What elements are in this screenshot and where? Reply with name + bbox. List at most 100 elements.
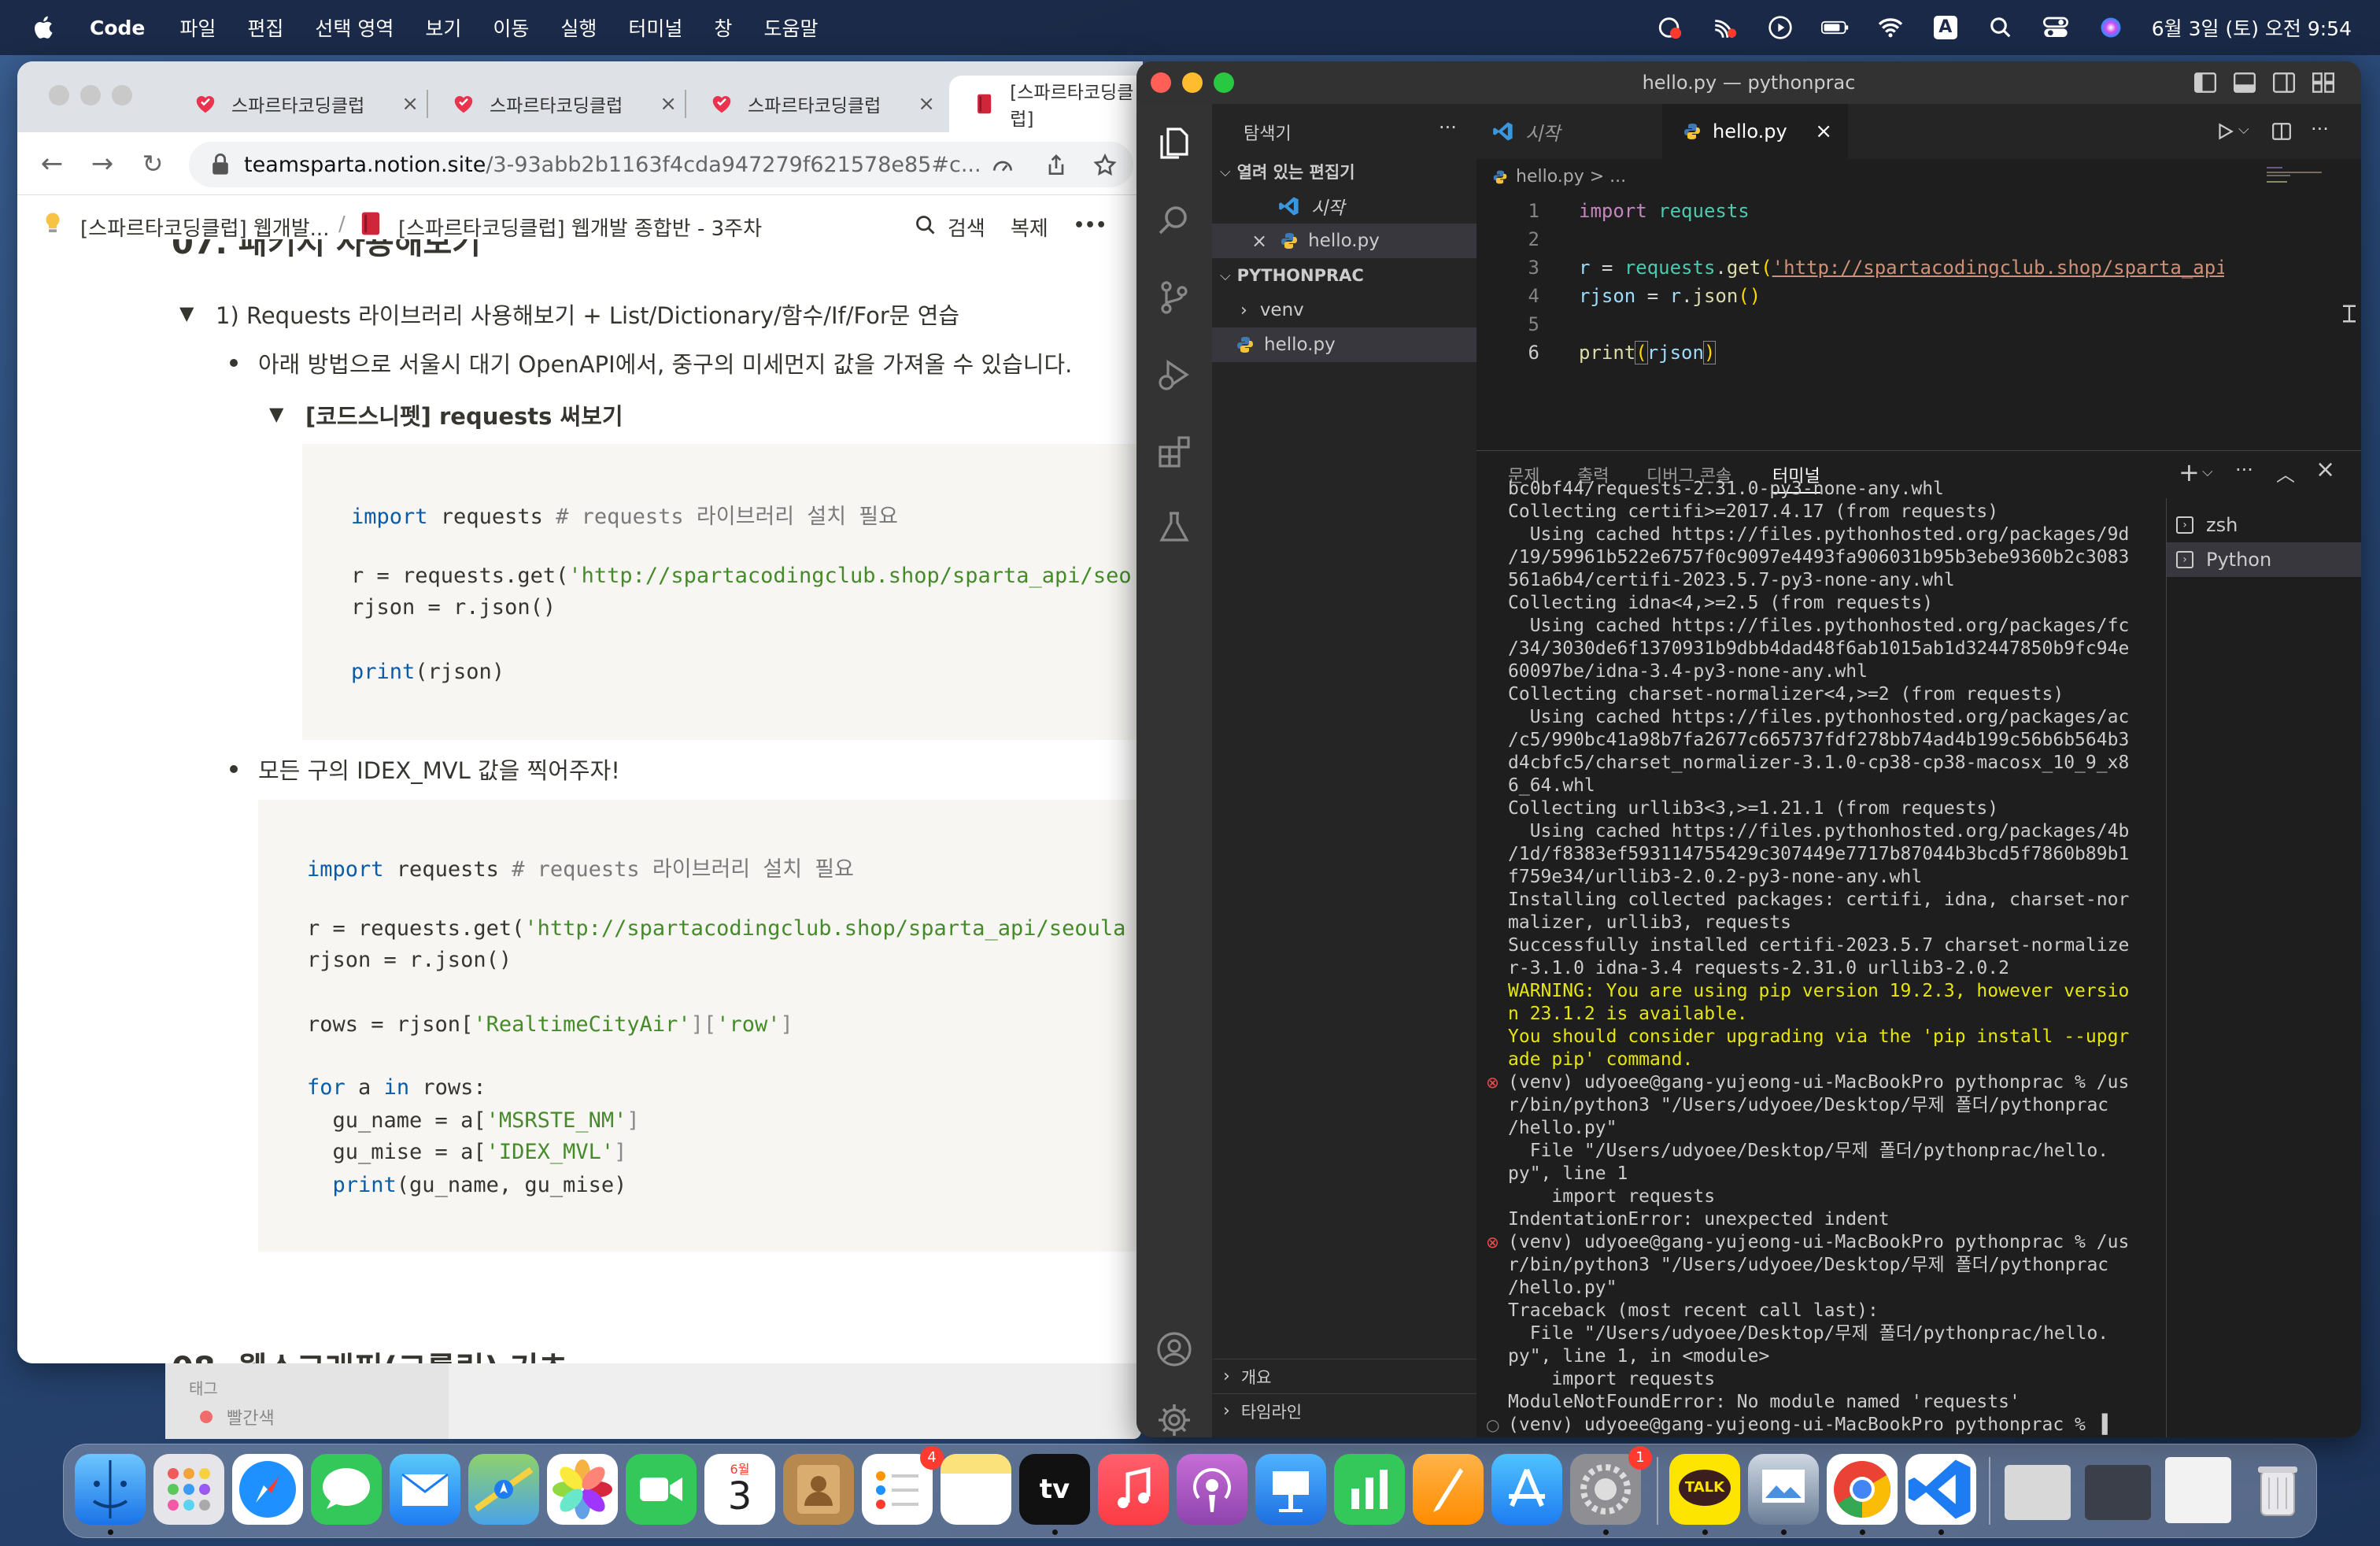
messages-icon[interactable] xyxy=(311,1454,382,1525)
menu-selection[interactable]: 선택 영역 xyxy=(315,13,394,42)
wifi-icon[interactable] xyxy=(1876,13,1905,42)
window-minimize-button[interactable] xyxy=(1182,72,1203,93)
minimized-window-thumbnail[interactable] xyxy=(2085,1465,2151,1520)
preview-icon[interactable] xyxy=(1748,1454,1819,1525)
workspace-folder-section[interactable]: ⌵ PYTHONPRAC xyxy=(1212,258,1476,293)
more-actions-icon[interactable]: ··· xyxy=(1439,117,1457,139)
finder-icon[interactable] xyxy=(75,1454,146,1525)
menu-file[interactable]: 파일 xyxy=(179,13,216,42)
explorer-icon[interactable] xyxy=(1155,124,1193,162)
more-options-icon[interactable]: ••• xyxy=(1074,216,1107,235)
editor-tab-active[interactable]: hello.py × xyxy=(1662,104,1848,159)
menu-view[interactable]: 보기 xyxy=(425,13,461,42)
close-icon[interactable]: × xyxy=(401,92,419,116)
browser-tab[interactable]: 스파르타코딩클럽 × xyxy=(433,76,686,132)
code-line[interactable]: rjson = r.json() xyxy=(1579,285,1761,307)
settings-gear-icon[interactable] xyxy=(1155,1401,1193,1437)
address-bar[interactable]: teamsparta.notion.site/3-93abb2b1163f4cd… xyxy=(189,142,1133,187)
siri-icon[interactable] xyxy=(2097,13,2125,42)
outline-section[interactable]: › 개요 xyxy=(1212,1359,1476,1393)
window-close-button[interactable] xyxy=(49,85,69,105)
timeline-section[interactable]: › 타임라인 xyxy=(1212,1393,1476,1428)
minimized-window-thumbnail[interactable] xyxy=(2165,1457,2231,1523)
open-editors-section[interactable]: ⌵ 열려 있는 편집기 xyxy=(1212,154,1476,189)
pages-icon[interactable] xyxy=(1413,1454,1484,1525)
contacts-icon[interactable] xyxy=(783,1454,854,1525)
breadcrumb-parent[interactable]: [스파르타코딩클럽] 웹개발... xyxy=(80,213,329,242)
kakaotalk-icon[interactable]: TALK xyxy=(1669,1454,1740,1525)
open-editor-item-active[interactable]: × hello.py xyxy=(1212,224,1476,258)
file-item-hello[interactable]: hello.py xyxy=(1212,327,1476,362)
customize-layout-icon[interactable] xyxy=(2312,72,2334,93)
chrome-icon[interactable] xyxy=(1827,1454,1898,1525)
window-zoom-button[interactable] xyxy=(112,85,132,105)
play-icon[interactable] xyxy=(1766,13,1794,42)
more-actions-icon[interactable]: ··· xyxy=(2311,118,2329,140)
reload-icon[interactable]: ↻ xyxy=(137,148,168,179)
browser-tab-active[interactable]: [스파르타코딩클럽] xyxy=(949,76,1143,132)
editor-breadcrumb[interactable]: hello.py > ... xyxy=(1492,167,1626,187)
maps-icon[interactable] xyxy=(468,1454,539,1525)
editor-tab[interactable]: 시작 xyxy=(1476,104,1662,159)
window-minimize-button[interactable] xyxy=(80,85,101,105)
close-icon[interactable]: × xyxy=(918,92,935,116)
notes-icon[interactable] xyxy=(941,1454,1011,1525)
run-python-file-icon[interactable] xyxy=(2215,121,2235,142)
back-arrow-icon[interactable]: ← xyxy=(36,148,68,179)
bookmark-star-icon[interactable] xyxy=(1092,153,1118,178)
terminal-output[interactable]: bc0bf44/requests-2.31.0-py3-none-any.whl… xyxy=(1476,451,2166,1437)
trash-icon[interactable] xyxy=(2242,1454,2313,1525)
menu-help[interactable]: 도움말 xyxy=(763,13,818,42)
open-editor-item[interactable]: 시작 xyxy=(1212,189,1476,224)
code-line[interactable]: r = requests.get('http://spartacodingclu… xyxy=(1579,257,2224,279)
menu-terminal[interactable]: 터미널 xyxy=(628,13,682,42)
browser-tab[interactable]: 스파르타코딩클럽 × xyxy=(175,76,428,132)
window-close-button[interactable] xyxy=(1151,72,1171,93)
control-center-icon[interactable] xyxy=(2042,13,2070,42)
new-terminal-plus-icon[interactable]: + xyxy=(2179,457,2200,487)
search-icon[interactable] xyxy=(1155,202,1193,239)
browser-tab[interactable]: 스파르타코딩클럽 × xyxy=(691,76,943,132)
performance-icon[interactable] xyxy=(990,153,1015,178)
safari-icon[interactable] xyxy=(232,1454,303,1525)
podcasts-icon[interactable] xyxy=(1177,1454,1247,1525)
apple-tv-icon[interactable]: tv xyxy=(1019,1454,1090,1525)
share-icon[interactable] xyxy=(1044,153,1069,178)
menu-app-name[interactable]: Code xyxy=(90,17,145,39)
search-icon[interactable] xyxy=(915,214,937,236)
menu-go[interactable]: 이동 xyxy=(493,13,529,42)
spotlight-search-icon[interactable] xyxy=(1986,13,2015,42)
accounts-icon[interactable] xyxy=(1155,1330,1193,1368)
extensions-icon[interactable] xyxy=(1155,433,1193,471)
close-icon[interactable]: × xyxy=(660,92,677,116)
forward-arrow-icon[interactable]: → xyxy=(87,148,118,179)
chevron-down-icon[interactable]: ⌵ xyxy=(2202,464,2213,480)
close-icon[interactable]: × xyxy=(1251,230,1267,252)
code-line-current[interactable]: print(rjson) xyxy=(1579,341,1717,364)
cast-icon[interactable] xyxy=(1711,13,1739,42)
screen-record-icon[interactable] xyxy=(1656,13,1684,42)
duplicate-button[interactable]: 복제 xyxy=(1011,213,1048,242)
toggle-triangle-icon[interactable]: ▼ xyxy=(269,403,283,425)
numbers-icon[interactable] xyxy=(1334,1454,1405,1525)
launchpad-icon[interactable] xyxy=(153,1454,224,1525)
search-button[interactable]: 검색 xyxy=(948,213,985,242)
folder-item-venv[interactable]: › venv xyxy=(1212,293,1476,327)
calendar-icon[interactable]: 6월 3 xyxy=(704,1454,775,1525)
breadcrumb-current[interactable]: [스파르타코딩클럽] 웹개발 종합반 - 3주차 xyxy=(398,213,762,242)
facetime-icon[interactable] xyxy=(626,1454,697,1525)
menu-edit[interactable]: 편집 xyxy=(247,13,283,42)
chevron-down-icon[interactable]: ⌵ xyxy=(2238,121,2249,138)
tag-value[interactable]: 빨간색 xyxy=(227,1404,275,1429)
close-panel-icon[interactable]: × xyxy=(2315,456,2335,483)
code-block[interactable]: import requests # requests 라이브러리 설치 필요 r… xyxy=(258,800,1143,1252)
battery-icon[interactable] xyxy=(1820,13,1850,42)
photos-icon[interactable] xyxy=(547,1454,618,1525)
toggle-panel-icon[interactable] xyxy=(2234,72,2256,93)
run-debug-icon[interactable] xyxy=(1155,356,1193,394)
toggle-primary-sidebar-icon[interactable] xyxy=(2194,72,2216,93)
menu-window[interactable]: 창 xyxy=(714,13,732,42)
menubar-clock[interactable]: 6월 3일 (토) 오전 9:54 xyxy=(2152,13,2352,42)
code-block[interactable]: import requests # requests 라이브러리 설치 필요 r… xyxy=(302,444,1143,740)
input-source-icon[interactable]: A xyxy=(1931,13,1960,42)
